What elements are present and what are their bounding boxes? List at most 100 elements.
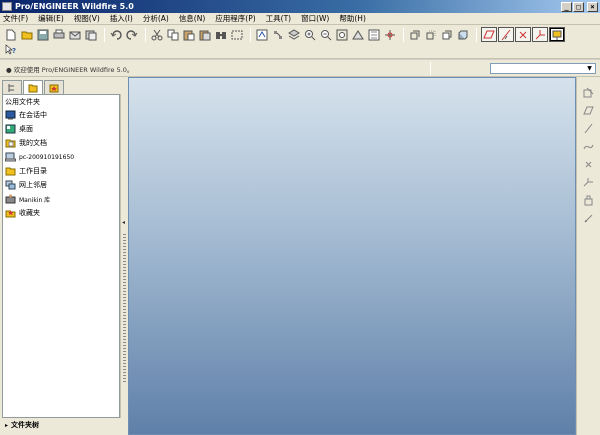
menu-analysis[interactable]: 分析(A) — [138, 13, 174, 25]
chevron-down-icon[interactable]: ▼ — [585, 64, 594, 73]
model-tree-tab-icon[interactable] — [2, 80, 22, 94]
find-icon[interactable] — [214, 28, 228, 42]
coordinate-system-display-icon[interactable] — [532, 27, 548, 42]
print-icon[interactable] — [52, 28, 66, 42]
selection-filter-dropdown[interactable]: ▼ — [490, 63, 596, 74]
sash-grip[interactable] — [123, 234, 126, 384]
working-directory-icon — [5, 166, 16, 176]
paste-special-icon[interactable] — [198, 28, 212, 42]
csys-icon[interactable] — [581, 175, 595, 189]
wireframe-icon[interactable] — [408, 28, 422, 42]
network-icon — [5, 180, 16, 190]
copy-window-icon[interactable] — [84, 28, 98, 42]
message-divider — [430, 62, 431, 75]
list-item[interactable]: 在会话中 — [3, 108, 119, 122]
point-icon[interactable] — [581, 157, 595, 171]
copy-icon[interactable] — [166, 28, 180, 42]
reorient-icon[interactable] — [351, 28, 365, 42]
navigator: 公用文件夹 在会话中 桌面 我的文档 pc-200910191650 工作目录 … — [0, 77, 128, 435]
curve-icon[interactable] — [581, 139, 595, 153]
folder-browser-tab-icon[interactable] — [23, 80, 43, 94]
svg-text:?: ? — [12, 47, 16, 55]
maximize-button[interactable]: □ — [573, 1, 584, 12]
analysis-icon[interactable] — [581, 193, 595, 207]
window-title: Pro/ENGINEER Wildfire 5.0 — [15, 2, 134, 11]
folder-tree-label: 文件夹树 — [11, 421, 40, 429]
hidden-line-icon[interactable] — [424, 28, 438, 42]
minimize-button[interactable]: _ — [561, 1, 572, 12]
list-item[interactable]: 网上邻居 — [3, 178, 119, 192]
shading-icon[interactable] — [456, 28, 470, 42]
collapse-arrow-icon[interactable]: ◂ — [122, 219, 125, 226]
datum-point-display-icon[interactable] — [515, 27, 531, 42]
menu-tools[interactable]: 工具(T) — [261, 13, 296, 25]
redo-icon[interactable] — [125, 28, 139, 42]
list-item[interactable]: 工作目录 — [3, 164, 119, 178]
zoom-out-icon[interactable] — [319, 28, 333, 42]
list-item[interactable]: 桌面 — [3, 122, 119, 136]
list-item[interactable]: pc-200910191650 — [3, 150, 119, 164]
toolbar-separator — [145, 27, 146, 42]
annotation-icon[interactable] — [581, 211, 595, 225]
toolbar-separator — [250, 27, 251, 42]
saved-views-icon[interactable] — [367, 28, 381, 42]
context-help-icon[interactable]: ? — [4, 43, 18, 57]
menu-window[interactable]: 窗口(W) — [296, 13, 334, 25]
menu-insert[interactable]: 插入(I) — [105, 13, 138, 25]
right-toolbar — [576, 77, 600, 435]
common-folders-header: 公用文件夹 — [5, 98, 40, 106]
zoom-in-icon[interactable] — [303, 28, 317, 42]
graphics-window[interactable] — [128, 77, 576, 435]
toolbar-separator — [476, 27, 477, 42]
navigator-sash[interactable]: ◂ — [120, 94, 127, 418]
no-hidden-icon[interactable] — [440, 28, 454, 42]
menu-help[interactable]: 帮助(H) — [334, 13, 371, 25]
desktop-icon — [5, 124, 16, 134]
menu-file[interactable]: 文件(F) — [0, 13, 33, 25]
folder-browser-panel: 公用文件夹 在会话中 桌面 我的文档 pc-200910191650 工作目录 … — [2, 94, 120, 418]
plane-icon[interactable] — [581, 103, 595, 117]
regenerate-manager-icon[interactable] — [271, 28, 285, 42]
spin-center-icon[interactable] — [383, 28, 397, 42]
menu-edit[interactable]: 编辑(E) — [33, 13, 69, 25]
message-text: ● 欢迎使用 Pro/ENGINEER Wildfire 5.0。 — [6, 66, 134, 74]
menu-bar: 文件(F) 编辑(E) 视图(V) 插入(I) 分析(A) 信息(N) 应用程序… — [0, 13, 600, 25]
app-icon — [2, 2, 12, 11]
favorites-tab-icon[interactable] — [44, 80, 64, 94]
refit-icon[interactable] — [335, 28, 349, 42]
paste-icon[interactable] — [182, 28, 196, 42]
open-icon[interactable] — [20, 28, 34, 42]
datum-plane-display-icon[interactable] — [481, 27, 497, 42]
annotation-display-icon[interactable] — [549, 27, 565, 42]
toolbar-separator — [403, 27, 404, 42]
close-button[interactable]: × — [587, 1, 598, 12]
datum-axis-display-icon[interactable] — [498, 27, 514, 42]
regenerate-icon[interactable] — [255, 28, 269, 42]
save-icon[interactable] — [36, 28, 50, 42]
sketch-icon[interactable] — [581, 85, 595, 99]
expand-triangle-icon: ▸ — [5, 421, 9, 429]
menu-view[interactable]: 视图(V) — [69, 13, 105, 25]
layers-icon[interactable] — [287, 28, 301, 42]
list-item[interactable]: 收藏夹 — [3, 206, 119, 220]
cut-icon[interactable] — [150, 28, 164, 42]
toolbar-row-2: ? — [4, 41, 20, 58]
menu-info[interactable]: 信息(N) — [174, 13, 210, 25]
new-icon[interactable] — [4, 28, 18, 42]
title-bar: Pro/ENGINEER Wildfire 5.0 _ □ × — [0, 0, 600, 13]
session-icon — [5, 110, 16, 120]
undo-icon[interactable] — [109, 28, 123, 42]
navigator-tabs — [2, 80, 65, 94]
computer-icon — [5, 152, 16, 162]
menu-applications[interactable]: 应用程序(P) — [210, 13, 260, 25]
axis-icon[interactable] — [581, 121, 595, 135]
list-item[interactable]: Manikin 库 — [3, 192, 119, 206]
toolbar-separator — [104, 27, 105, 42]
email-icon[interactable] — [68, 28, 82, 42]
manikin-library-icon — [5, 194, 16, 204]
select-box-icon[interactable] — [230, 28, 244, 42]
main-toolbar: ? — [0, 25, 600, 59]
folder-tree-toggle[interactable]: ▸ 文件夹树 — [2, 418, 127, 432]
favorites-icon — [5, 208, 16, 218]
list-item[interactable]: 我的文档 — [3, 136, 119, 150]
